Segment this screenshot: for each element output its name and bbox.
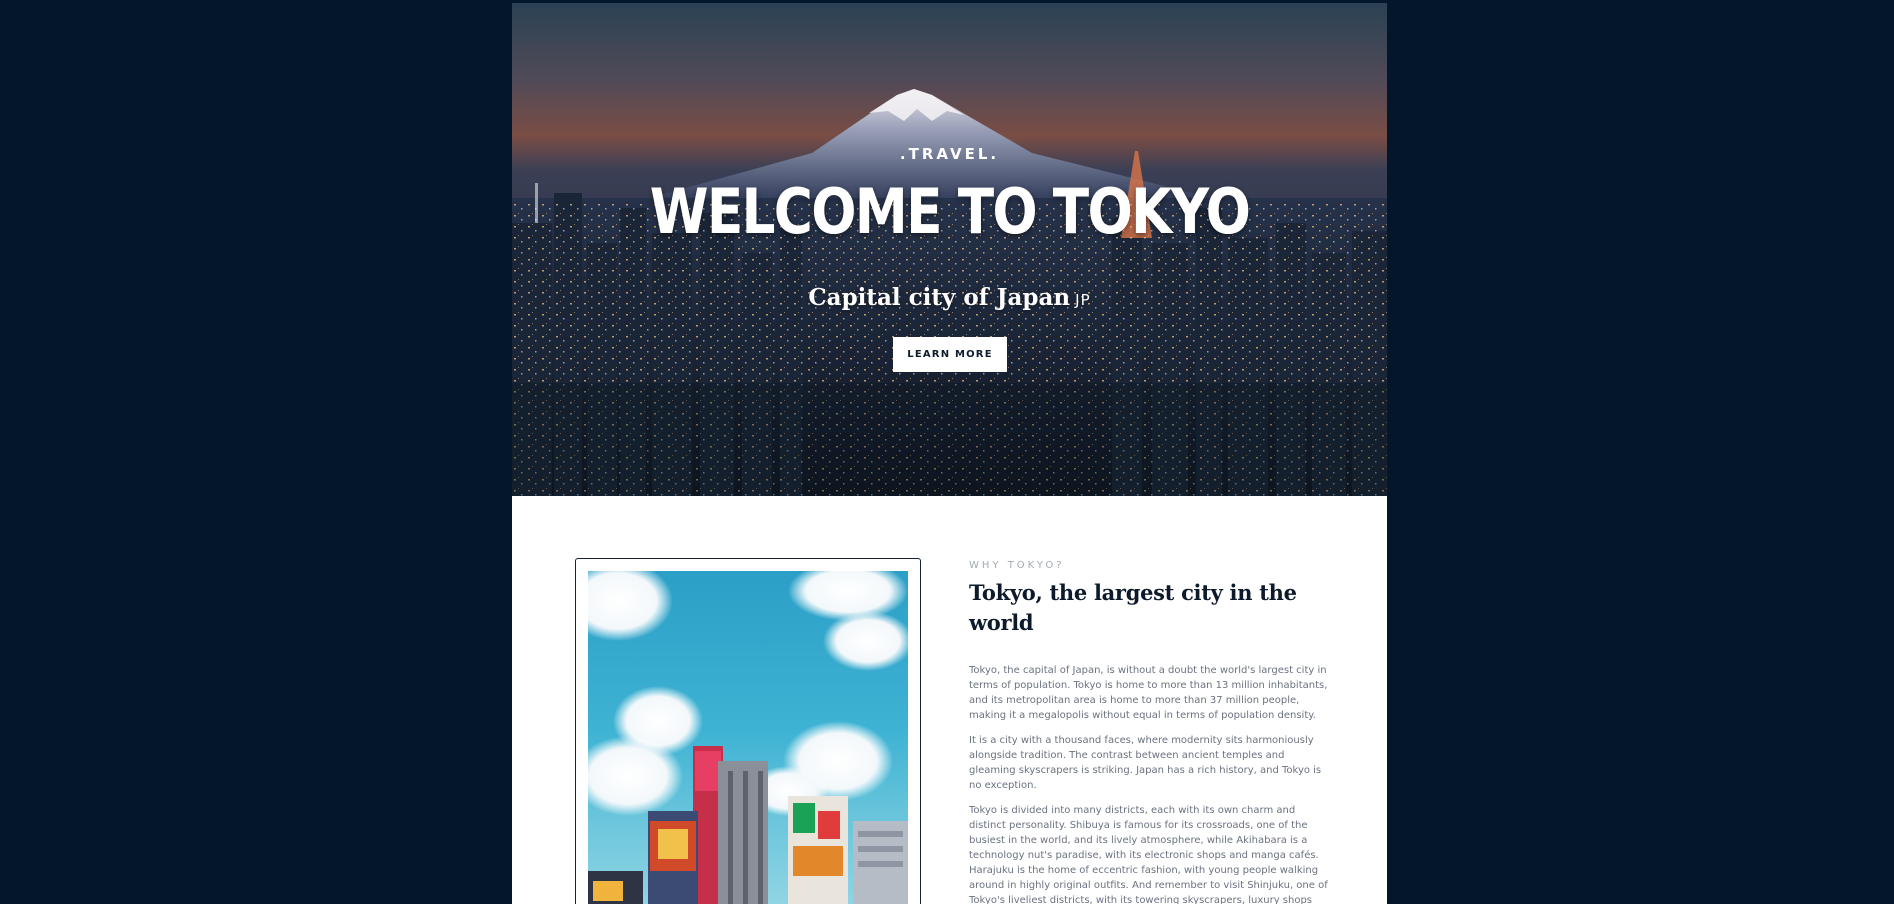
shinjuku-photo bbox=[588, 571, 908, 904]
about-text-column: WHY TOKYO? Tokyo, the largest city in th… bbox=[969, 559, 1333, 904]
hero-eyebrow: .TRAVEL. bbox=[899, 145, 1000, 163]
section-title: Tokyo, the largest city in the world bbox=[969, 580, 1297, 635]
learn-more-button[interactable]: LEARN MORE bbox=[893, 337, 1007, 372]
about-paragraph: Tokyo is divided into many districts, ea… bbox=[969, 805, 1328, 904]
page-container: .TRAVEL. WELCOME TO TOKYO Capital city o… bbox=[512, 3, 1387, 904]
shinjuku-illustration bbox=[588, 571, 908, 904]
hero-subtitle-text: Capital city of Japan bbox=[808, 284, 1071, 311]
hero-title: WELCOME TO TOKYO bbox=[649, 175, 1251, 248]
hero-section: .TRAVEL. WELCOME TO TOKYO Capital city o… bbox=[512, 3, 1387, 496]
hero-subtitle: Capital city of Japan JP bbox=[512, 284, 1387, 311]
section-kicker: WHY TOKYO? bbox=[969, 560, 1065, 571]
about-paragraph: It is a city with a thousand faces, wher… bbox=[969, 735, 1322, 791]
hero-content: .TRAVEL. WELCOME TO TOKYO Capital city o… bbox=[512, 3, 1387, 496]
country-code-badge: JP bbox=[1075, 291, 1091, 309]
image-card bbox=[575, 558, 921, 904]
about-paragraph: Tokyo, the capital of Japan, is without … bbox=[969, 665, 1328, 721]
